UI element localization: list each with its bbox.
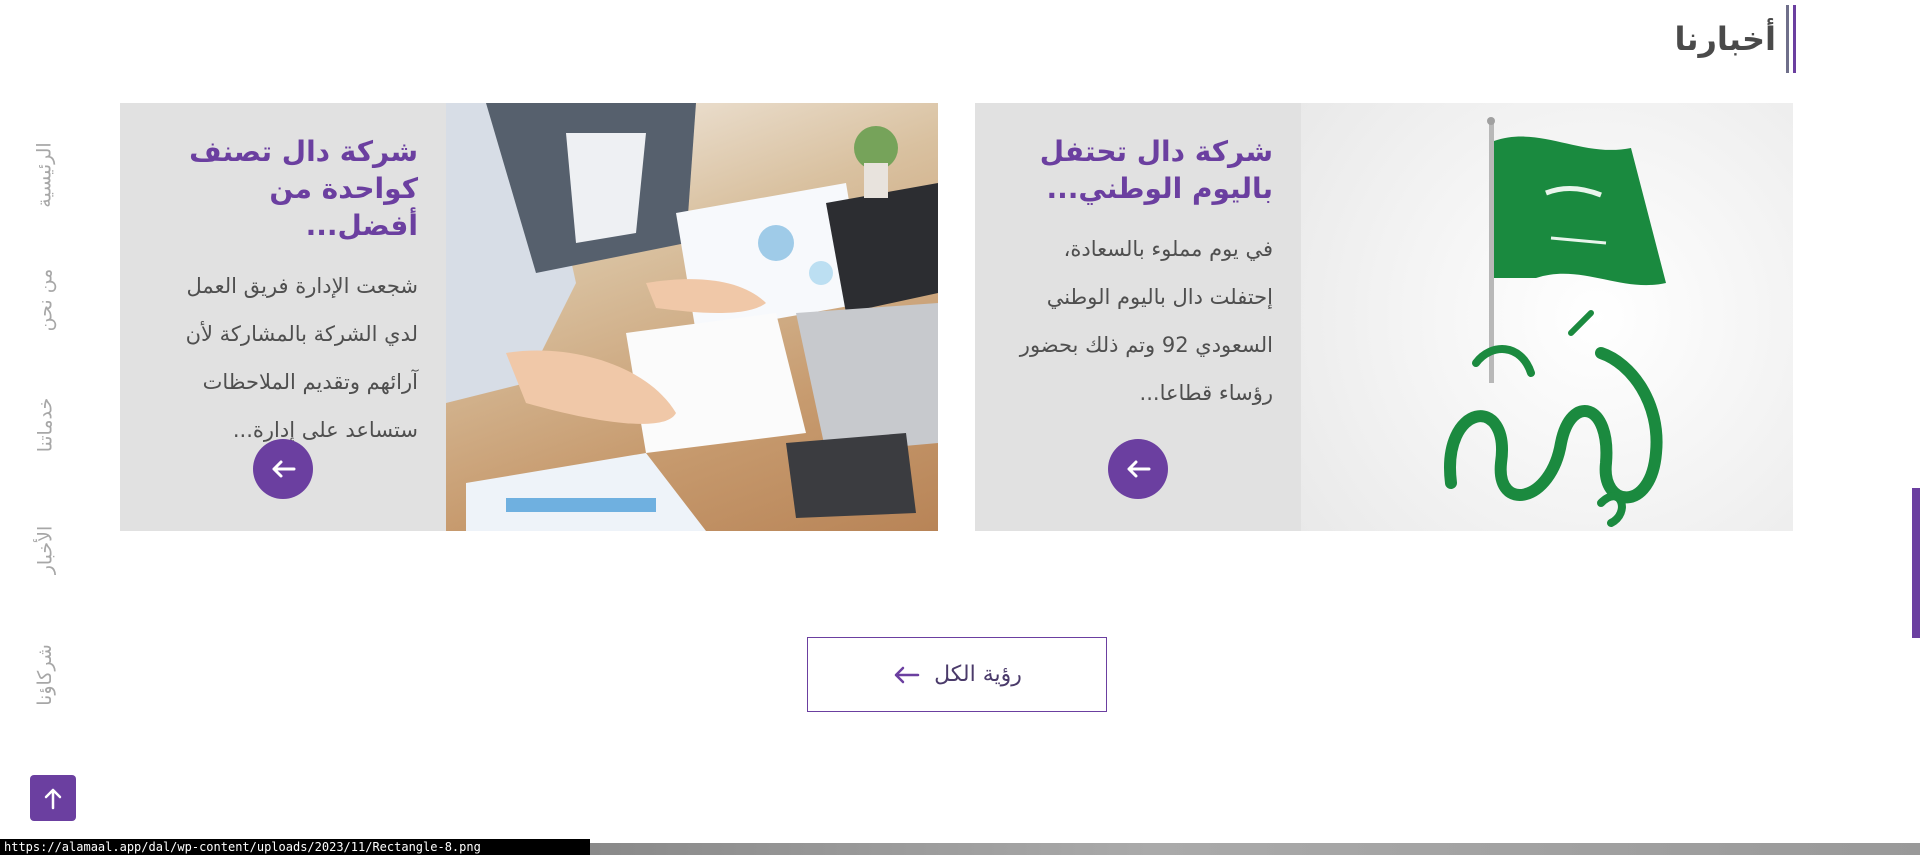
side-nav-item-about[interactable]: من نحن	[20, 255, 70, 345]
status-bar-url: https://alamaal.app/dal/wp-content/uploa…	[0, 839, 590, 855]
section-header: أخبارنا	[1674, 4, 1796, 74]
arrow-left-icon	[894, 666, 920, 683]
arrow-left-icon	[272, 460, 296, 478]
side-nav-label: خدماتنا	[34, 397, 56, 453]
national-day-image	[1301, 103, 1793, 531]
office-illustration-icon	[446, 103, 938, 531]
news-card-content: شركة دال تصنف كواحدة من أفضل... شجعت الإ…	[120, 103, 446, 531]
saudi-flag-icon	[1444, 117, 1666, 527]
news-card-title[interactable]: شركة دال تحتفل باليوم الوطني...	[1003, 133, 1273, 207]
office-meeting-image	[446, 103, 938, 531]
title-decoration	[1786, 5, 1796, 73]
side-nav-label: من نحن	[34, 268, 57, 332]
side-nav-item-news[interactable]: الأخبار	[20, 505, 70, 595]
news-page: أخبارنا الرئيسية من نحن خدماتنا الأخبار …	[0, 0, 1920, 855]
news-card[interactable]: شركة دال تحتفل باليوم الوطني... في يوم م…	[975, 103, 1793, 531]
news-card-title[interactable]: شركة دال تصنف كواحدة من أفضل...	[148, 133, 418, 244]
edge-accent	[1912, 488, 1920, 638]
scroll-to-top-button[interactable]	[30, 775, 76, 821]
side-nav-label: شركاؤنا	[34, 644, 56, 706]
view-all-button[interactable]: رؤية الكل	[807, 637, 1107, 712]
side-nav-item-home[interactable]: الرئيسية	[20, 130, 70, 220]
arrow-left-icon	[1127, 460, 1151, 478]
section-title: أخبارنا	[1674, 20, 1776, 58]
news-card-excerpt: شجعت الإدارة فريق العمل لدي الشركة بالمش…	[185, 274, 418, 442]
read-more-button[interactable]	[253, 439, 313, 499]
side-nav: الرئيسية من نحن خدماتنا الأخبار شركاؤنا	[20, 130, 70, 720]
news-card[interactable]: شركة دال تصنف كواحدة من أفضل... شجعت الإ…	[120, 103, 938, 531]
read-more-button[interactable]	[1108, 439, 1168, 499]
side-nav-label: الرئيسية	[34, 142, 57, 208]
news-card-content: شركة دال تحتفل باليوم الوطني... في يوم م…	[975, 103, 1301, 531]
side-nav-item-partners[interactable]: شركاؤنا	[20, 630, 70, 720]
side-nav-label: الأخبار	[34, 525, 56, 575]
view-all-label: رؤية الكل	[934, 662, 1022, 687]
news-card-excerpt: في يوم مملوء بالسعادة، إحتفلت دال باليوم…	[1019, 237, 1273, 405]
arrow-up-icon	[44, 788, 62, 810]
side-nav-item-services[interactable]: خدماتنا	[20, 380, 70, 470]
